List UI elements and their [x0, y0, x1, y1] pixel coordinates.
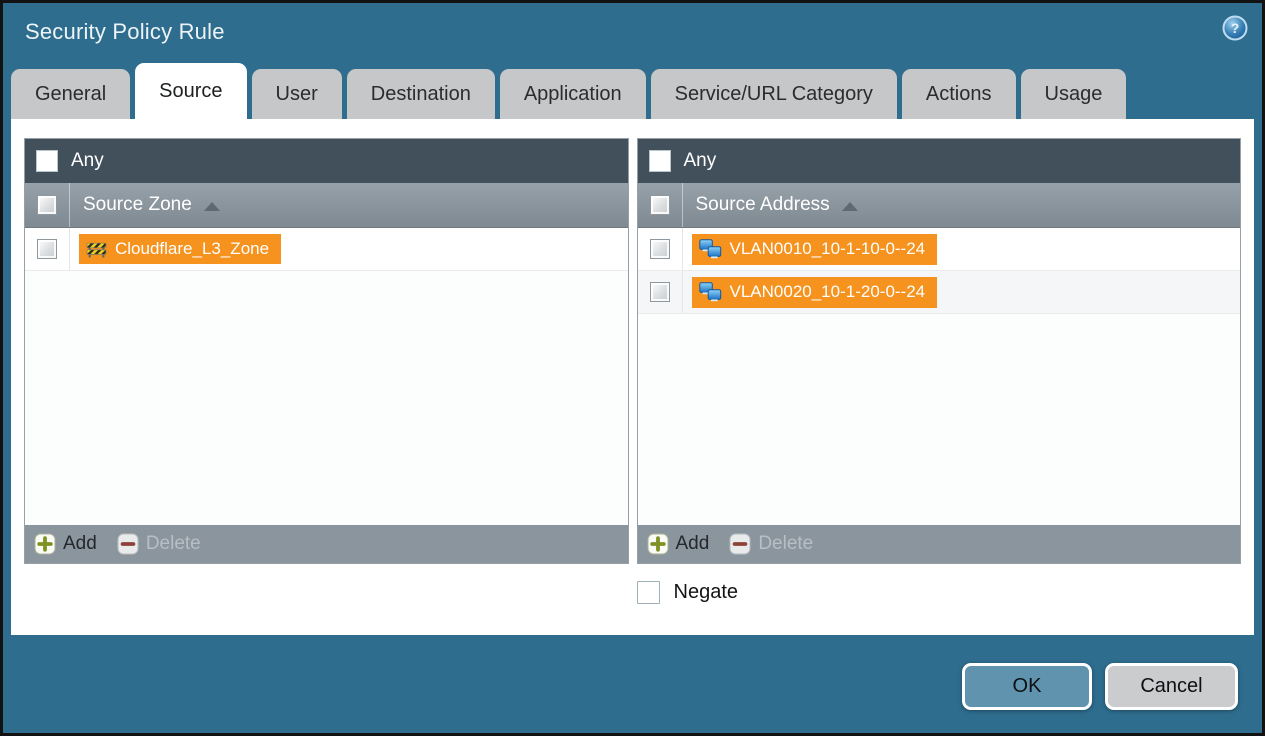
tab-content-source: Any Source Zone Cloudflare_L3_Zone Add D… [11, 119, 1254, 635]
dialog-actions: OK Cancel [962, 663, 1238, 710]
source-zone-value-tag[interactable]: Cloudflare_L3_Zone [79, 234, 282, 264]
add-label: Add [63, 533, 97, 554]
source-address-add-button[interactable]: Add [647, 533, 710, 555]
negate-container: Negate [636, 581, 1242, 604]
source-address-value-tag[interactable]: VLAN0020_10-1-20-0--24 [691, 276, 938, 308]
add-icon [34, 533, 56, 555]
source-address-value: VLAN0020_10-1-20-0--24 [729, 282, 926, 301]
dialog-title: Security Policy Rule [25, 19, 225, 44]
tab-service-url-category[interactable]: Service/URL Category [650, 69, 897, 119]
tab-general[interactable]: General [11, 69, 131, 119]
source-zone-column-label: Source Zone [83, 194, 192, 215]
delete-icon [729, 533, 751, 555]
negate-strip: Negate [11, 564, 1254, 604]
network-icon [698, 238, 722, 260]
source-address-column-label: Source Address [695, 194, 830, 215]
source-zone-footer: Add Delete [25, 525, 628, 563]
cancel-button[interactable]: Cancel [1105, 663, 1238, 710]
zone-icon [86, 241, 107, 258]
help-icon[interactable]: ? [1222, 15, 1248, 41]
tab-destination[interactable]: Destination [346, 69, 495, 119]
source-address-value-tag[interactable]: VLAN0010_10-1-10-0--24 [691, 233, 938, 265]
sort-ascending-icon [203, 202, 220, 211]
source-address-row-checkbox[interactable] [649, 239, 670, 259]
source-zone-header-checkbox-cell [25, 183, 70, 227]
tab-application[interactable]: Application [499, 69, 646, 119]
tab-actions[interactable]: Actions [901, 69, 1016, 119]
source-address-row[interactable]: VLAN0010_10-1-10-0--24 [637, 228, 1240, 271]
source-zone-column-header[interactable]: Source Zone [25, 183, 628, 228]
row-checkbox-cell [638, 271, 683, 313]
source-zone-any-label: Any [71, 150, 104, 171]
negate-spacer [24, 581, 629, 604]
source-address-any-checkbox[interactable] [648, 150, 671, 172]
add-label: Add [675, 533, 710, 554]
tab-user[interactable]: User [251, 69, 342, 119]
svg-text:?: ? [1231, 20, 1240, 36]
source-address-row[interactable]: VLAN0020_10-1-20-0--24 [637, 271, 1240, 314]
titlebar: Security Policy Rule ? [3, 3, 1262, 64]
source-zone-panel: Any Source Zone Cloudflare_L3_Zone Add D… [24, 138, 629, 564]
source-zone-value: Cloudflare_L3_Zone [115, 239, 270, 258]
source-address-any-row: Any [637, 139, 1240, 183]
source-address-list: VLAN0010_10-1-10-0--24 VLAN0020_10-1-20-… [637, 228, 1240, 525]
security-policy-rule-dialog: Security Policy Rule ? General Source Us… [0, 0, 1265, 736]
add-icon [647, 533, 669, 555]
source-address-row-checkbox[interactable] [649, 282, 670, 302]
row-checkbox-cell [638, 228, 683, 270]
tab-usage[interactable]: Usage [1020, 69, 1127, 119]
tab-source[interactable]: Source [135, 63, 247, 119]
panels-row: Any Source Zone Cloudflare_L3_Zone Add D… [11, 119, 1254, 564]
delete-icon [117, 533, 139, 555]
negate-label: Negate [673, 581, 739, 603]
source-zone-add-button[interactable]: Add [34, 533, 97, 555]
source-zone-select-all-checkbox[interactable] [37, 195, 57, 215]
source-zone-any-row: Any [25, 139, 628, 183]
source-address-footer: Add Delete [637, 525, 1240, 563]
ok-button[interactable]: OK [962, 663, 1092, 710]
source-zone-any-checkbox[interactable] [36, 150, 58, 172]
delete-label: Delete [145, 533, 201, 554]
source-address-column-header[interactable]: Source Address [637, 183, 1240, 228]
source-address-delete-button[interactable]: Delete [729, 533, 813, 555]
tab-bar: General Source User Destination Applicat… [3, 63, 1262, 119]
negate-checkbox[interactable] [636, 581, 660, 604]
source-zone-row-checkbox[interactable] [37, 239, 57, 259]
sort-ascending-icon [841, 202, 858, 211]
source-address-header-checkbox-cell [638, 183, 683, 227]
source-address-select-all-checkbox[interactable] [649, 195, 670, 215]
source-zone-row[interactable]: Cloudflare_L3_Zone [25, 228, 628, 271]
source-address-panel: Any Source Address VLAN0010_10-1-10-0--2… [636, 138, 1241, 564]
source-address-value: VLAN0010_10-1-10-0--24 [729, 239, 926, 258]
negate-option[interactable]: Negate [636, 581, 1242, 604]
source-zone-list: Cloudflare_L3_Zone [25, 228, 628, 525]
delete-label: Delete [758, 533, 814, 554]
row-checkbox-cell [25, 228, 70, 270]
source-address-any-label: Any [683, 150, 717, 171]
network-icon [698, 281, 722, 303]
source-zone-delete-button[interactable]: Delete [117, 533, 201, 555]
